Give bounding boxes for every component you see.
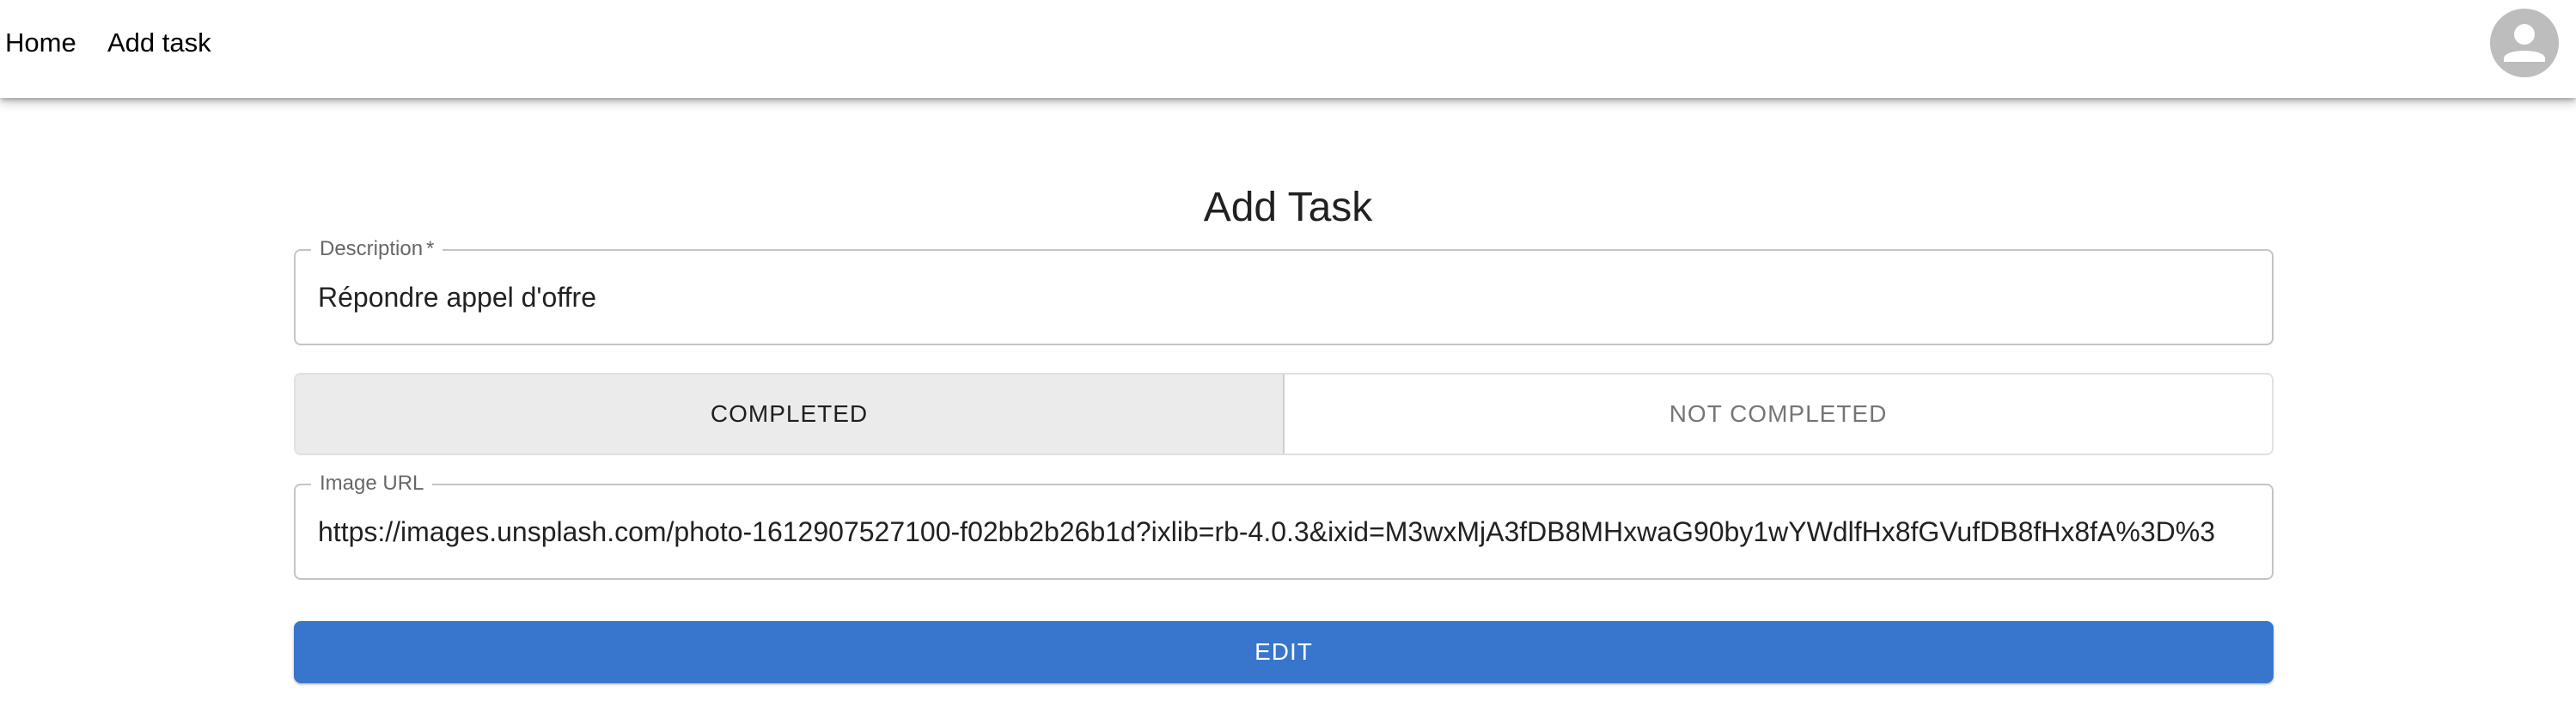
page-title: Add Task xyxy=(1203,185,1373,231)
description-input[interactable]: Répondre appel d'offre xyxy=(318,277,2249,318)
toggle-not-completed[interactable]: NOT COMPLETED xyxy=(1285,375,2272,454)
app-bar: Home Add task xyxy=(0,0,2576,98)
required-marker: * xyxy=(426,237,435,260)
edit-button[interactable]: EDIT xyxy=(294,621,2274,683)
description-field[interactable]: Description * Répondre appel d'offre xyxy=(294,238,2274,345)
image-url-field[interactable]: Image URL https://images.unsplash.com/ph… xyxy=(294,472,2274,580)
nav-link-home[interactable]: Home xyxy=(5,25,76,61)
image-url-input[interactable]: https://images.unsplash.com/photo-161290… xyxy=(318,511,2249,552)
status-toggle-group: COMPLETED NOT COMPLETED xyxy=(294,373,2274,455)
user-avatar[interactable] xyxy=(2490,9,2559,77)
nav-link-add-task[interactable]: Add task xyxy=(107,25,211,61)
person-icon xyxy=(2504,24,2545,62)
toggle-completed[interactable]: COMPLETED xyxy=(296,375,1285,454)
image-url-label: Image URL xyxy=(311,472,433,495)
description-label: Description * xyxy=(311,238,443,260)
